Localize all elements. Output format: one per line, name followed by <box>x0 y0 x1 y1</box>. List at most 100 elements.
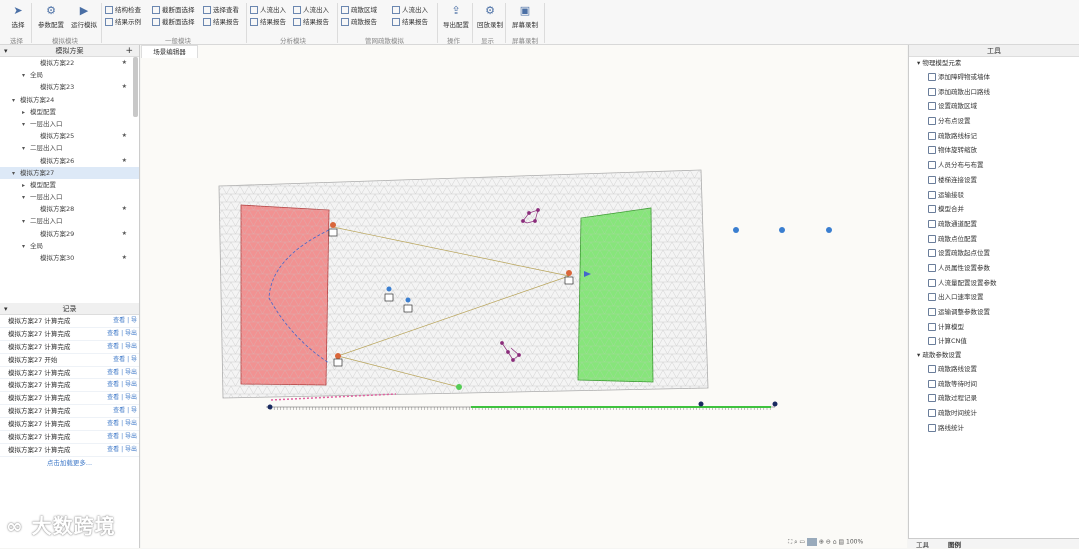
tree-item[interactable]: ▾ 模拟方案24 <box>0 94 139 106</box>
tool-item[interactable]: 设置疏散起点位置 <box>909 246 1079 261</box>
tool-item[interactable]: 分布点设置 <box>909 114 1079 129</box>
timeline-marker[interactable] <box>698 401 704 407</box>
star-icon[interactable]: ★ <box>122 203 127 215</box>
tree-item[interactable]: 模拟方案26 ★ <box>0 155 139 167</box>
ribbon-small-3[interactable]: 截断面选择 <box>152 16 195 26</box>
tree-item[interactable]: ▾ 全局 <box>0 69 139 81</box>
tool-item[interactable]: 人员属性设置参数 <box>909 261 1079 276</box>
param-button[interactable]: ⚙ 参数配置 <box>36 4 66 29</box>
tree-item[interactable]: ▸ 模型配置 <box>0 179 139 191</box>
tree-item[interactable]: 模拟方案28 ★ <box>0 203 139 215</box>
section-header[interactable]: ▾ 疏散参数设置 <box>909 349 1079 362</box>
result-action-link[interactable]: 查看 | 导 <box>113 405 137 418</box>
tree-item[interactable]: 模拟方案25 ★ <box>0 130 139 142</box>
node-marker[interactable] <box>335 353 341 359</box>
person-icon[interactable] <box>733 227 739 233</box>
ribbon-small-8[interactable]: 人流出入 <box>293 4 329 14</box>
camera-icon[interactable] <box>384 293 394 302</box>
tool-item[interactable]: 运输调整参数设置 <box>909 305 1079 320</box>
tree-item[interactable]: 模拟方案22 ★ <box>0 57 139 69</box>
tool-item[interactable]: 设置疏散区域 <box>909 99 1079 114</box>
result-action-link[interactable]: 查看 | 导出 <box>107 418 137 431</box>
tool-item[interactable]: 楼梯连接设置 <box>909 173 1079 188</box>
star-icon[interactable]: ★ <box>122 252 127 264</box>
node-marker[interactable] <box>566 270 572 276</box>
result-action-link[interactable]: 查看 | 导出 <box>107 341 137 354</box>
run-button[interactable]: ▶ 运行模拟 <box>69 4 99 29</box>
collapse-icon[interactable]: ▾ <box>4 303 8 315</box>
scene-editor[interactable]: 场景编辑器 <box>141 45 907 548</box>
person-icon[interactable] <box>826 227 832 233</box>
ribbon-small-7[interactable]: 结果报告 <box>250 16 286 26</box>
ribbon-small-10[interactable]: 疏散区域 <box>341 4 377 14</box>
playback-button[interactable]: ⚙ 回放录制 <box>475 4 505 29</box>
timeline-start[interactable] <box>267 404 273 410</box>
load-more-link[interactable]: 点击加载更多... <box>0 457 139 470</box>
ribbon-small-5[interactable]: 结果报告 <box>203 16 239 26</box>
result-action-link[interactable]: 查看 | 导出 <box>107 431 137 444</box>
star-icon[interactable]: ★ <box>122 155 127 167</box>
select-button[interactable]: ➤ 选择 <box>8 4 28 29</box>
ribbon-small-6[interactable]: 人流出入 <box>250 4 286 14</box>
person-icon[interactable] <box>386 286 392 292</box>
star-icon[interactable]: ★ <box>122 57 127 69</box>
ribbon-small-9[interactable]: 结果报告 <box>293 16 329 26</box>
screen-record-button[interactable]: ▣ 屏幕录制 <box>509 4 541 29</box>
tool-item[interactable]: 运输接驳 <box>909 188 1079 203</box>
tool-item[interactable]: 疏散路线标记 <box>909 129 1079 144</box>
tree-item[interactable]: ▾ 全局 <box>0 240 139 252</box>
result-action-link[interactable]: 查看 | 导出 <box>107 328 137 341</box>
add-scheme-button[interactable]: + <box>125 45 133 57</box>
ribbon-small-11[interactable]: 疏散报告 <box>341 16 377 26</box>
tree-item[interactable]: 模拟方案23 ★ <box>0 81 139 93</box>
tool-item[interactable]: 疏散过程记录 <box>909 391 1079 406</box>
node-marker[interactable] <box>330 222 336 228</box>
tool-item[interactable]: 添加障碍物或墙体 <box>909 70 1079 85</box>
result-action-link[interactable]: 查看 | 导出 <box>107 392 137 405</box>
person-icon[interactable] <box>405 297 411 303</box>
tool-item[interactable]: 计算模型 <box>909 320 1079 335</box>
tool-item[interactable]: 人流量配置设置参数 <box>909 276 1079 291</box>
ribbon-small-2[interactable]: 截断面选择 <box>152 4 195 14</box>
ribbon-small-0[interactable]: 结构检查 <box>105 4 141 14</box>
result-action-link[interactable]: 查看 | 导出 <box>107 379 137 392</box>
tool-item[interactable]: 人员分布与布置 <box>909 158 1079 173</box>
tree-item[interactable]: 模拟方案30 ★ <box>0 252 139 264</box>
tool-item[interactable]: 疏散时间统计 <box>909 406 1079 421</box>
node-marker[interactable] <box>456 384 462 390</box>
tool-item[interactable]: 疏散等待时间 <box>909 377 1079 392</box>
tree-item[interactable]: ▾ 二层出入口 <box>0 142 139 154</box>
zoom-fit-icon[interactable] <box>806 538 817 546</box>
camera-icon[interactable] <box>564 276 574 285</box>
tool-item[interactable]: 疏散点位配置 <box>909 232 1079 247</box>
ribbon-small-12[interactable]: 人流出入 <box>392 4 428 14</box>
tool-item[interactable]: 疏散通道配置 <box>909 217 1079 232</box>
ribbon-small-1[interactable]: 结果示例 <box>105 16 141 26</box>
ribbon-small-4[interactable]: 选择查看 <box>203 4 239 14</box>
result-action-link[interactable]: 查看 | 导出 <box>107 367 137 380</box>
result-action-link[interactable]: 查看 | 导 <box>113 315 137 328</box>
collapse-icon[interactable]: ▾ <box>4 45 8 57</box>
tree-item[interactable]: ▸ 模型配置 <box>0 106 139 118</box>
tree-item[interactable]: 模拟方案29 ★ <box>0 228 139 240</box>
result-action-link[interactable]: 查看 | 导 <box>113 354 137 367</box>
camera-icon[interactable] <box>328 228 338 237</box>
tool-item[interactable]: 添加疏散出口路线 <box>909 85 1079 100</box>
star-icon[interactable]: ★ <box>122 130 127 142</box>
tree-item[interactable]: ▾ 一层出入口 <box>0 118 139 130</box>
camera-icon[interactable] <box>403 304 413 313</box>
export-button[interactable]: ⇪ 导出配置 <box>441 4 471 29</box>
tree-item[interactable]: ▾ 一层出入口 <box>0 191 139 203</box>
star-icon[interactable]: ★ <box>122 228 127 240</box>
person-icon[interactable] <box>779 227 785 233</box>
timeline-end[interactable] <box>772 401 778 407</box>
tool-item[interactable]: 模型合并 <box>909 202 1079 217</box>
star-icon[interactable]: ★ <box>122 81 127 93</box>
ribbon-small-13[interactable]: 结果报告 <box>392 16 428 26</box>
tool-item[interactable]: 计算CN值 <box>909 334 1079 349</box>
tree-item[interactable]: ▾ 模拟方案27 <box>0 166 139 179</box>
scene-canvas[interactable] <box>141 58 907 548</box>
result-action-link[interactable]: 查看 | 导出 <box>107 444 137 457</box>
tool-item[interactable]: 疏散路线设置 <box>909 362 1079 377</box>
tree-item[interactable]: ▾ 二层出入口 <box>0 215 139 227</box>
